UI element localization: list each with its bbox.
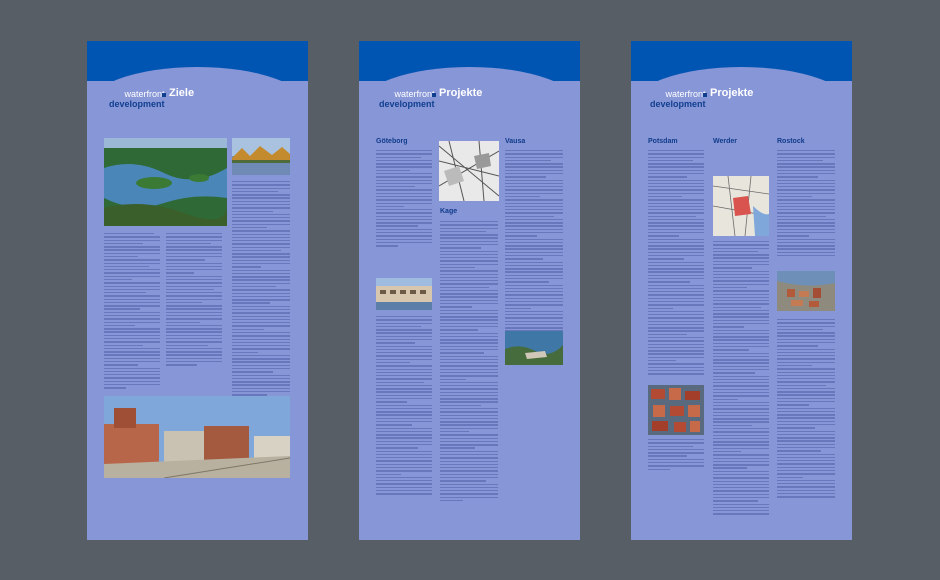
map-goteborg [439, 141, 499, 201]
logo: waterfront development [379, 89, 435, 109]
panel-title: Ziele [169, 87, 195, 99]
text-goteborg-more [376, 316, 432, 516]
harbour-houses-photo [376, 278, 432, 310]
logo-top: waterfront [124, 89, 165, 99]
map-werder [713, 176, 769, 236]
logo-square [432, 93, 436, 97]
text-rostock [777, 150, 835, 265]
heading-werder: Werder [713, 138, 737, 145]
logo-bottom: development [109, 99, 165, 109]
logo-bottom: development [379, 99, 435, 109]
text-column-right [232, 181, 290, 421]
panel-title: Projekte [710, 87, 754, 99]
text-werder [713, 241, 769, 521]
poster-projekte-2: waterfront development Projekte Potsdam … [631, 41, 852, 540]
lake-trees-photo [232, 138, 290, 175]
aerial-river-photo [104, 138, 227, 226]
text-goteborg [376, 150, 432, 268]
heading-vausa: Vausa [505, 138, 526, 145]
text-rostock-more [777, 319, 835, 524]
heading-kage: Kage [440, 208, 458, 215]
text-potsdam-more [648, 439, 704, 479]
red-roofs-photo [648, 385, 704, 435]
poster-ziele: waterfront development Ziele [87, 41, 308, 540]
aerial-city-photo [777, 271, 835, 311]
logo-top: waterfront [665, 89, 706, 99]
heading-rostock: Rostock [777, 138, 805, 145]
text-potsdam [648, 150, 704, 375]
panel-title: Projekte [439, 87, 483, 99]
heading-potsdam: Potsdam [648, 138, 678, 145]
logo-square [162, 93, 166, 97]
harbour-buildings-photo [104, 396, 290, 478]
text-column-middle [166, 233, 222, 413]
logo: waterfront development [109, 89, 165, 109]
logo-bottom: development [650, 99, 706, 109]
logo-square [703, 93, 707, 97]
poster-projekte-1: waterfront development Projekte Göteborg… [359, 41, 580, 540]
logo-top: waterfront [394, 89, 435, 99]
heading-goteborg: Göteborg [376, 138, 408, 145]
aerial-coast-photo [505, 331, 563, 365]
text-kage [440, 221, 498, 521]
text-column-left [104, 233, 160, 423]
logo: waterfront development [650, 89, 706, 109]
